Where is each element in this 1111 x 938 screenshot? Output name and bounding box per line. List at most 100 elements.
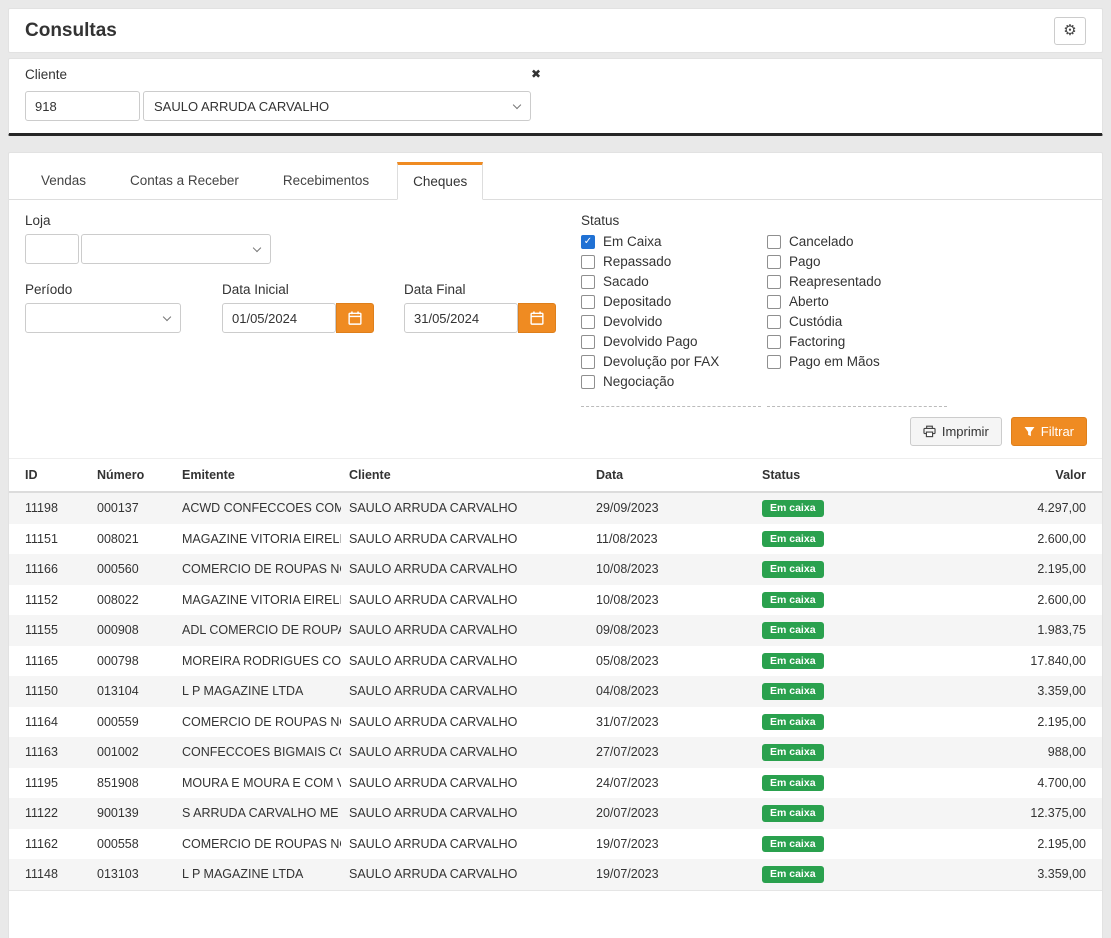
cell-numero: 013104 (89, 676, 174, 707)
status-option-devolucao-por-fax[interactable]: Devolução por FAX (581, 354, 761, 369)
table-row[interactable]: 11148013103L P MAGAZINE LTDASAULO ARRUDA… (9, 859, 1102, 890)
printer-icon (923, 425, 936, 438)
cell-cliente: SAULO ARRUDA CARVALHO (341, 859, 588, 890)
table-row[interactable]: 11198000137ACWD CONFECCOES COMER…SAULO A… (9, 492, 1102, 524)
cliente-code-input[interactable] (25, 91, 140, 121)
status-option-em-caixa[interactable]: ✓ Em Caixa (581, 234, 761, 249)
table-row[interactable]: 11164000559COMERCIO DE ROUPAS NOV…SAULO … (9, 707, 1102, 738)
checkbox-unchecked-icon[interactable] (767, 275, 781, 289)
status-option-custodia[interactable]: Custódia (767, 314, 947, 329)
data-inicial-input[interactable] (222, 303, 336, 333)
status-option-label: Cancelado (789, 234, 854, 249)
data-final-calendar-button[interactable] (518, 303, 556, 333)
table-row[interactable]: 11195851908MOURA E MOURA E COM VAR…SAULO… (9, 768, 1102, 799)
cell-data: 31/07/2023 (588, 707, 754, 738)
cell-status: Em caixa (754, 768, 937, 799)
tab-bar: Vendas Contas a Receber Recebimentos Cheque… (9, 153, 1102, 200)
cell-valor: 3.359,00 (937, 676, 1102, 707)
status-badge: Em caixa (762, 500, 824, 517)
status-option-negociacao[interactable]: Negociação (581, 374, 761, 389)
checkbox-unchecked-icon[interactable] (767, 255, 781, 269)
checkbox-unchecked-icon[interactable] (767, 315, 781, 329)
checkbox-unchecked-icon[interactable] (767, 355, 781, 369)
cell-valor: 4.297,00 (937, 492, 1102, 524)
gear-icon: ⚙ (1063, 23, 1076, 38)
filters: Loja Período (9, 200, 1102, 407)
loja-code-input[interactable] (25, 234, 79, 264)
checkbox-unchecked-icon[interactable] (767, 295, 781, 309)
cell-id: 11195 (9, 768, 89, 799)
loja-select[interactable] (81, 234, 271, 264)
tab-cheques[interactable]: Cheques (397, 162, 483, 200)
status-option-label: Pago (789, 254, 821, 269)
table-row[interactable]: 11163001002CONFECCOES BIGMAIS COM…SAULO … (9, 737, 1102, 768)
cell-data: 29/09/2023 (588, 492, 754, 524)
actions-bar: Imprimir Filtrar (9, 407, 1102, 458)
status-option-aberto[interactable]: Aberto (767, 294, 947, 309)
cell-data: 19/07/2023 (588, 859, 754, 890)
cell-status: Em caixa (754, 585, 937, 616)
data-inicial-calendar-button[interactable] (336, 303, 374, 333)
status-badge: Em caixa (762, 653, 824, 670)
cell-emitente: ADL COMERCIO DE ROUPAS … (174, 615, 341, 646)
cell-data: 05/08/2023 (588, 646, 754, 677)
checkbox-unchecked-icon[interactable] (767, 335, 781, 349)
table-row[interactable]: 11155000908ADL COMERCIO DE ROUPAS …SAULO… (9, 615, 1102, 646)
table-row[interactable]: 11165000798MOREIRA RODRIGUES COME…SAULO … (9, 646, 1102, 677)
status-badge: Em caixa (762, 805, 824, 822)
imprimir-button[interactable]: Imprimir (910, 417, 1002, 446)
status-option-factoring[interactable]: Factoring (767, 334, 947, 349)
cell-data: 24/07/2023 (588, 768, 754, 799)
cliente-name-select[interactable]: SAULO ARRUDA CARVALHO (143, 91, 531, 121)
status-option-cancelado[interactable]: Cancelado (767, 234, 947, 249)
checkbox-unchecked-icon[interactable] (581, 355, 595, 369)
data-final-input[interactable] (404, 303, 518, 333)
settings-button[interactable]: ⚙ (1054, 17, 1086, 45)
tab-vendas[interactable]: Vendas (25, 161, 102, 199)
checkbox-unchecked-icon[interactable] (767, 235, 781, 249)
status-option-pago-em-maos[interactable]: Pago em Mãos (767, 354, 947, 369)
checkbox-unchecked-icon[interactable] (581, 335, 595, 349)
checkbox-unchecked-icon[interactable] (581, 295, 595, 309)
tab-contas-a-receber[interactable]: Contas a Receber (114, 161, 255, 199)
filtrar-button[interactable]: Filtrar (1011, 417, 1087, 446)
table-row[interactable]: 11162000558COMERCIO DE ROUPAS NOV…SAULO … (9, 829, 1102, 860)
cell-numero: 000560 (89, 554, 174, 585)
checkbox-unchecked-icon[interactable] (581, 255, 595, 269)
column-header-data: Data (588, 459, 754, 493)
table-row[interactable]: 11151008021MAGAZINE VITORIA EIRELI MESAU… (9, 524, 1102, 555)
table-row[interactable]: 11122900139S ARRUDA CARVALHO MESAULO ARR… (9, 798, 1102, 829)
status-option-devolvido[interactable]: Devolvido (581, 314, 761, 329)
periodo-select[interactable] (25, 303, 181, 333)
status-option-sacado[interactable]: Sacado (581, 274, 761, 289)
column-header-id: ID (9, 459, 89, 493)
status-label: Status (581, 213, 1086, 228)
status-badge: Em caixa (762, 866, 824, 883)
cell-valor: 2.195,00 (937, 554, 1102, 585)
status-option-pago[interactable]: Pago (767, 254, 947, 269)
cell-numero: 851908 (89, 768, 174, 799)
cell-status: Em caixa (754, 492, 937, 524)
status-option-devolvido-pago[interactable]: Devolvido Pago (581, 334, 761, 349)
checkbox-unchecked-icon[interactable] (581, 315, 595, 329)
status-option-repassado[interactable]: Repassado (581, 254, 761, 269)
checkbox-unchecked-icon[interactable] (581, 375, 595, 389)
cell-cliente: SAULO ARRUDA CARVALHO (341, 676, 588, 707)
status-option-label: Em Caixa (603, 234, 662, 249)
status-option-label: Aberto (789, 294, 829, 309)
checkbox-unchecked-icon[interactable] (581, 275, 595, 289)
table-row[interactable]: 11166000560COMERCIO DE ROUPAS NOV…SAULO … (9, 554, 1102, 585)
clear-cliente-icon[interactable]: ✖ (531, 67, 541, 81)
tab-recebimentos[interactable]: Recebimentos (267, 161, 385, 199)
page: Consultas ⚙ Cliente ✖ SAULO ARRUDA CARVA… (0, 0, 1111, 938)
status-option-reapresentado[interactable]: Reapresentado (767, 274, 947, 289)
cell-emitente: L P MAGAZINE LTDA (174, 859, 341, 890)
status-option-depositado[interactable]: Depositado (581, 294, 761, 309)
status-option-label: Reapresentado (789, 274, 881, 289)
table-row[interactable]: 11152008022MAGAZINE VITORIA EIRELI MESAU… (9, 585, 1102, 616)
status-option-label: Factoring (789, 334, 845, 349)
chevron-down-icon (253, 243, 261, 251)
status-option-label: Devolvido Pago (603, 334, 698, 349)
checkbox-checked-icon[interactable]: ✓ (581, 235, 595, 249)
table-row[interactable]: 11150013104L P MAGAZINE LTDASAULO ARRUDA… (9, 676, 1102, 707)
